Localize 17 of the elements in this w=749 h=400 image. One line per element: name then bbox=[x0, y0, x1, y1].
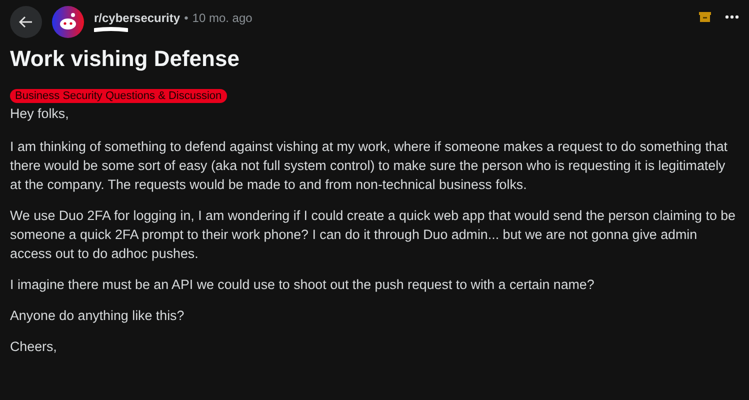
post-flair[interactable]: Business Security Questions & Discussion bbox=[10, 89, 227, 103]
post-paragraph: Hey folks, bbox=[10, 105, 70, 123]
separator-dot: • bbox=[184, 11, 188, 25]
post-paragraph: I imagine there must be an API we could use to shoot out the push request to with a certain name? bbox=[10, 276, 596, 294]
post-age: 10 mo. ago bbox=[192, 11, 252, 25]
subreddit-name[interactable]: r/cybersecurity bbox=[94, 11, 180, 25]
back-button[interactable] bbox=[10, 6, 42, 38]
post-paragraph: I am thinking of something to defend against vishing at my work, where if someone makes a request to do something that there would be some sort of easy (aka not full system control) to make sure the person who is requesting it is legitimately at the company. The requests would be made to and from non-technical business folks. bbox=[10, 138, 729, 194]
post-paragraph: Cheers, bbox=[10, 338, 58, 356]
redaction-scribble bbox=[94, 27, 128, 33]
subreddit-avatar-icon[interactable] bbox=[52, 6, 84, 38]
post-paragraph: Anyone do anything like this? bbox=[10, 307, 186, 325]
post-title: Work vishing Defense bbox=[10, 46, 240, 72]
archive-box-icon[interactable] bbox=[699, 11, 711, 23]
back-arrow-icon bbox=[18, 14, 34, 30]
more-options-icon[interactable] bbox=[725, 15, 739, 19]
post-paragraph: We use Duo 2FA for logging in, I am wondering if I could create a quick web app that would send the person claiming to be someone a quick 2FA prompt to their work phone? I can do it through Duo admin... but we are not gonna give admin access out to do adhoc pushes. bbox=[10, 207, 737, 263]
